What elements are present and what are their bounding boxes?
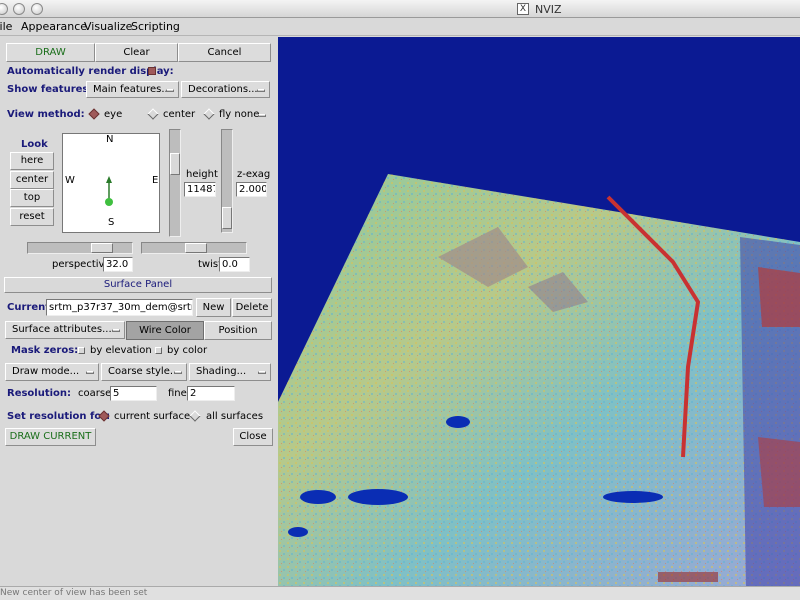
main-features-label: Main features... bbox=[93, 84, 171, 95]
eye-position-widget[interactable]: N S E W bbox=[62, 133, 160, 233]
dropdown-indicator-icon bbox=[86, 371, 94, 374]
menu-appearance[interactable]: Appearance bbox=[21, 20, 87, 33]
mask-color-label: by color bbox=[167, 345, 208, 356]
dropdown-indicator-icon bbox=[174, 371, 182, 374]
clear-button[interactable]: Clear bbox=[95, 43, 178, 62]
decorations-label: Decorations... bbox=[188, 84, 258, 95]
draw-button[interactable]: DRAW bbox=[6, 43, 95, 62]
surface-attributes-menu[interactable]: Surface attributes... bbox=[5, 321, 125, 339]
look-reset-button[interactable]: reset bbox=[10, 208, 54, 226]
coarse-label: coarse bbox=[78, 388, 112, 399]
fine-label: fine bbox=[168, 388, 187, 399]
shading-label: Shading... bbox=[196, 366, 247, 377]
status-bar: New center of view has been set bbox=[0, 586, 800, 600]
look-here-button[interactable]: here bbox=[10, 152, 54, 170]
decorations-menu[interactable]: Decorations... bbox=[181, 81, 270, 98]
title-bar: X NVIZ bbox=[0, 0, 800, 18]
look-title: Look bbox=[21, 139, 48, 150]
twist-field[interactable]: 0.0 bbox=[219, 257, 250, 272]
draw-mode-label: Draw mode... bbox=[12, 366, 80, 377]
compass-north: N bbox=[106, 134, 114, 145]
auto-render-checkbox[interactable] bbox=[148, 67, 156, 75]
perspective-slider[interactable] bbox=[27, 242, 133, 254]
look-center-button[interactable]: center bbox=[10, 171, 54, 189]
coarse-resolution-field[interactable]: 5 bbox=[110, 386, 157, 401]
wire-color-button[interactable]: Wire Color bbox=[126, 321, 204, 340]
fly-options-menu[interactable] bbox=[255, 107, 270, 124]
dropdown-indicator-icon bbox=[112, 329, 120, 332]
surface-panel-title: Surface Panel bbox=[4, 277, 272, 293]
height-field[interactable]: 11487 bbox=[184, 182, 216, 197]
view-fly-radio[interactable] bbox=[203, 108, 215, 120]
new-surface-button[interactable]: New bbox=[196, 298, 231, 317]
perspective-label: perspective bbox=[52, 259, 111, 270]
resolution-label: Resolution: bbox=[7, 388, 72, 399]
zoom-window-button[interactable] bbox=[31, 3, 43, 15]
main-features-menu[interactable]: Main features... bbox=[86, 81, 179, 98]
twist-slider-thumb[interactable] bbox=[185, 243, 207, 253]
render-viewport[interactable] bbox=[278, 37, 800, 586]
view-method-label: View method: bbox=[7, 109, 85, 120]
z-exag-label: z-exag bbox=[237, 169, 271, 180]
compass-west: W bbox=[65, 175, 75, 186]
coarse-style-label: Coarse style... bbox=[108, 366, 180, 377]
control-panel: DRAW Clear Cancel Automatically render d… bbox=[0, 37, 277, 586]
show-features-label: Show features: bbox=[7, 84, 93, 95]
eye-direction-arrow-icon bbox=[105, 176, 113, 206]
menu-file[interactable]: File bbox=[0, 20, 12, 33]
dropdown-indicator-icon bbox=[257, 89, 265, 92]
minimize-window-button[interactable] bbox=[13, 3, 25, 15]
all-surfaces-option-label: all surfaces bbox=[206, 411, 264, 422]
dropdown-indicator-icon bbox=[258, 114, 266, 117]
view-center-radio[interactable] bbox=[147, 108, 159, 120]
close-panel-button[interactable]: Close bbox=[233, 428, 273, 446]
mask-elevation-label: by elevation bbox=[90, 345, 152, 356]
z-exag-field[interactable]: 2.000 bbox=[236, 182, 267, 197]
current-surface-option-label: current surface bbox=[114, 411, 191, 422]
z-exag-slider[interactable] bbox=[221, 129, 233, 233]
twist-slider[interactable] bbox=[141, 242, 247, 254]
terrain-surface-image bbox=[278, 174, 800, 586]
view-center-label: center bbox=[163, 109, 196, 120]
compass-east: E bbox=[152, 175, 159, 186]
window-title: NVIZ bbox=[535, 3, 562, 16]
fine-resolution-field[interactable]: 2 bbox=[187, 386, 235, 401]
cancel-button[interactable]: Cancel bbox=[178, 43, 271, 62]
z-exag-slider-thumb[interactable] bbox=[222, 207, 232, 229]
draw-mode-menu[interactable]: Draw mode... bbox=[5, 363, 99, 381]
view-fly-label: fly none bbox=[219, 109, 260, 120]
draw-current-button[interactable]: DRAW CURRENT bbox=[5, 428, 96, 446]
close-window-button[interactable] bbox=[0, 3, 8, 15]
set-resolution-label: Set resolution for: bbox=[7, 411, 111, 422]
menubar: File Appearance Visualize Scripting bbox=[0, 18, 800, 36]
mask-color-checkbox[interactable] bbox=[155, 347, 162, 354]
view-eye-label: eye bbox=[104, 109, 123, 120]
x11-icon: X bbox=[517, 3, 529, 15]
compass-south: S bbox=[108, 217, 115, 228]
coarse-style-menu[interactable]: Coarse style... bbox=[101, 363, 187, 381]
perspective-field[interactable]: 32.0 bbox=[103, 257, 133, 272]
status-text: New center of view has been set bbox=[0, 588, 148, 598]
dropdown-indicator-icon bbox=[166, 89, 174, 92]
current-surface-field[interactable]: srtm_p37r37_30m_dem@srtm bbox=[46, 299, 193, 316]
surface-attributes-label: Surface attributes... bbox=[12, 324, 112, 335]
height-slider-thumb[interactable] bbox=[170, 153, 180, 175]
position-button[interactable]: Position bbox=[204, 321, 272, 340]
delete-surface-button[interactable]: Delete bbox=[232, 298, 272, 317]
shading-menu[interactable]: Shading... bbox=[189, 363, 271, 381]
menu-scripting[interactable]: Scripting bbox=[131, 20, 180, 33]
look-top-button[interactable]: top bbox=[10, 189, 54, 207]
height-label: height bbox=[186, 169, 218, 180]
menu-visualize[interactable]: Visualize bbox=[84, 20, 132, 33]
view-eye-radio[interactable] bbox=[88, 108, 100, 120]
mask-zeros-label: Mask zeros: bbox=[11, 345, 79, 356]
height-slider[interactable] bbox=[169, 129, 181, 237]
mask-elevation-checkbox[interactable] bbox=[78, 347, 85, 354]
all-surfaces-radio[interactable] bbox=[189, 410, 201, 422]
perspective-slider-thumb[interactable] bbox=[91, 243, 113, 253]
dropdown-indicator-icon bbox=[258, 371, 266, 374]
